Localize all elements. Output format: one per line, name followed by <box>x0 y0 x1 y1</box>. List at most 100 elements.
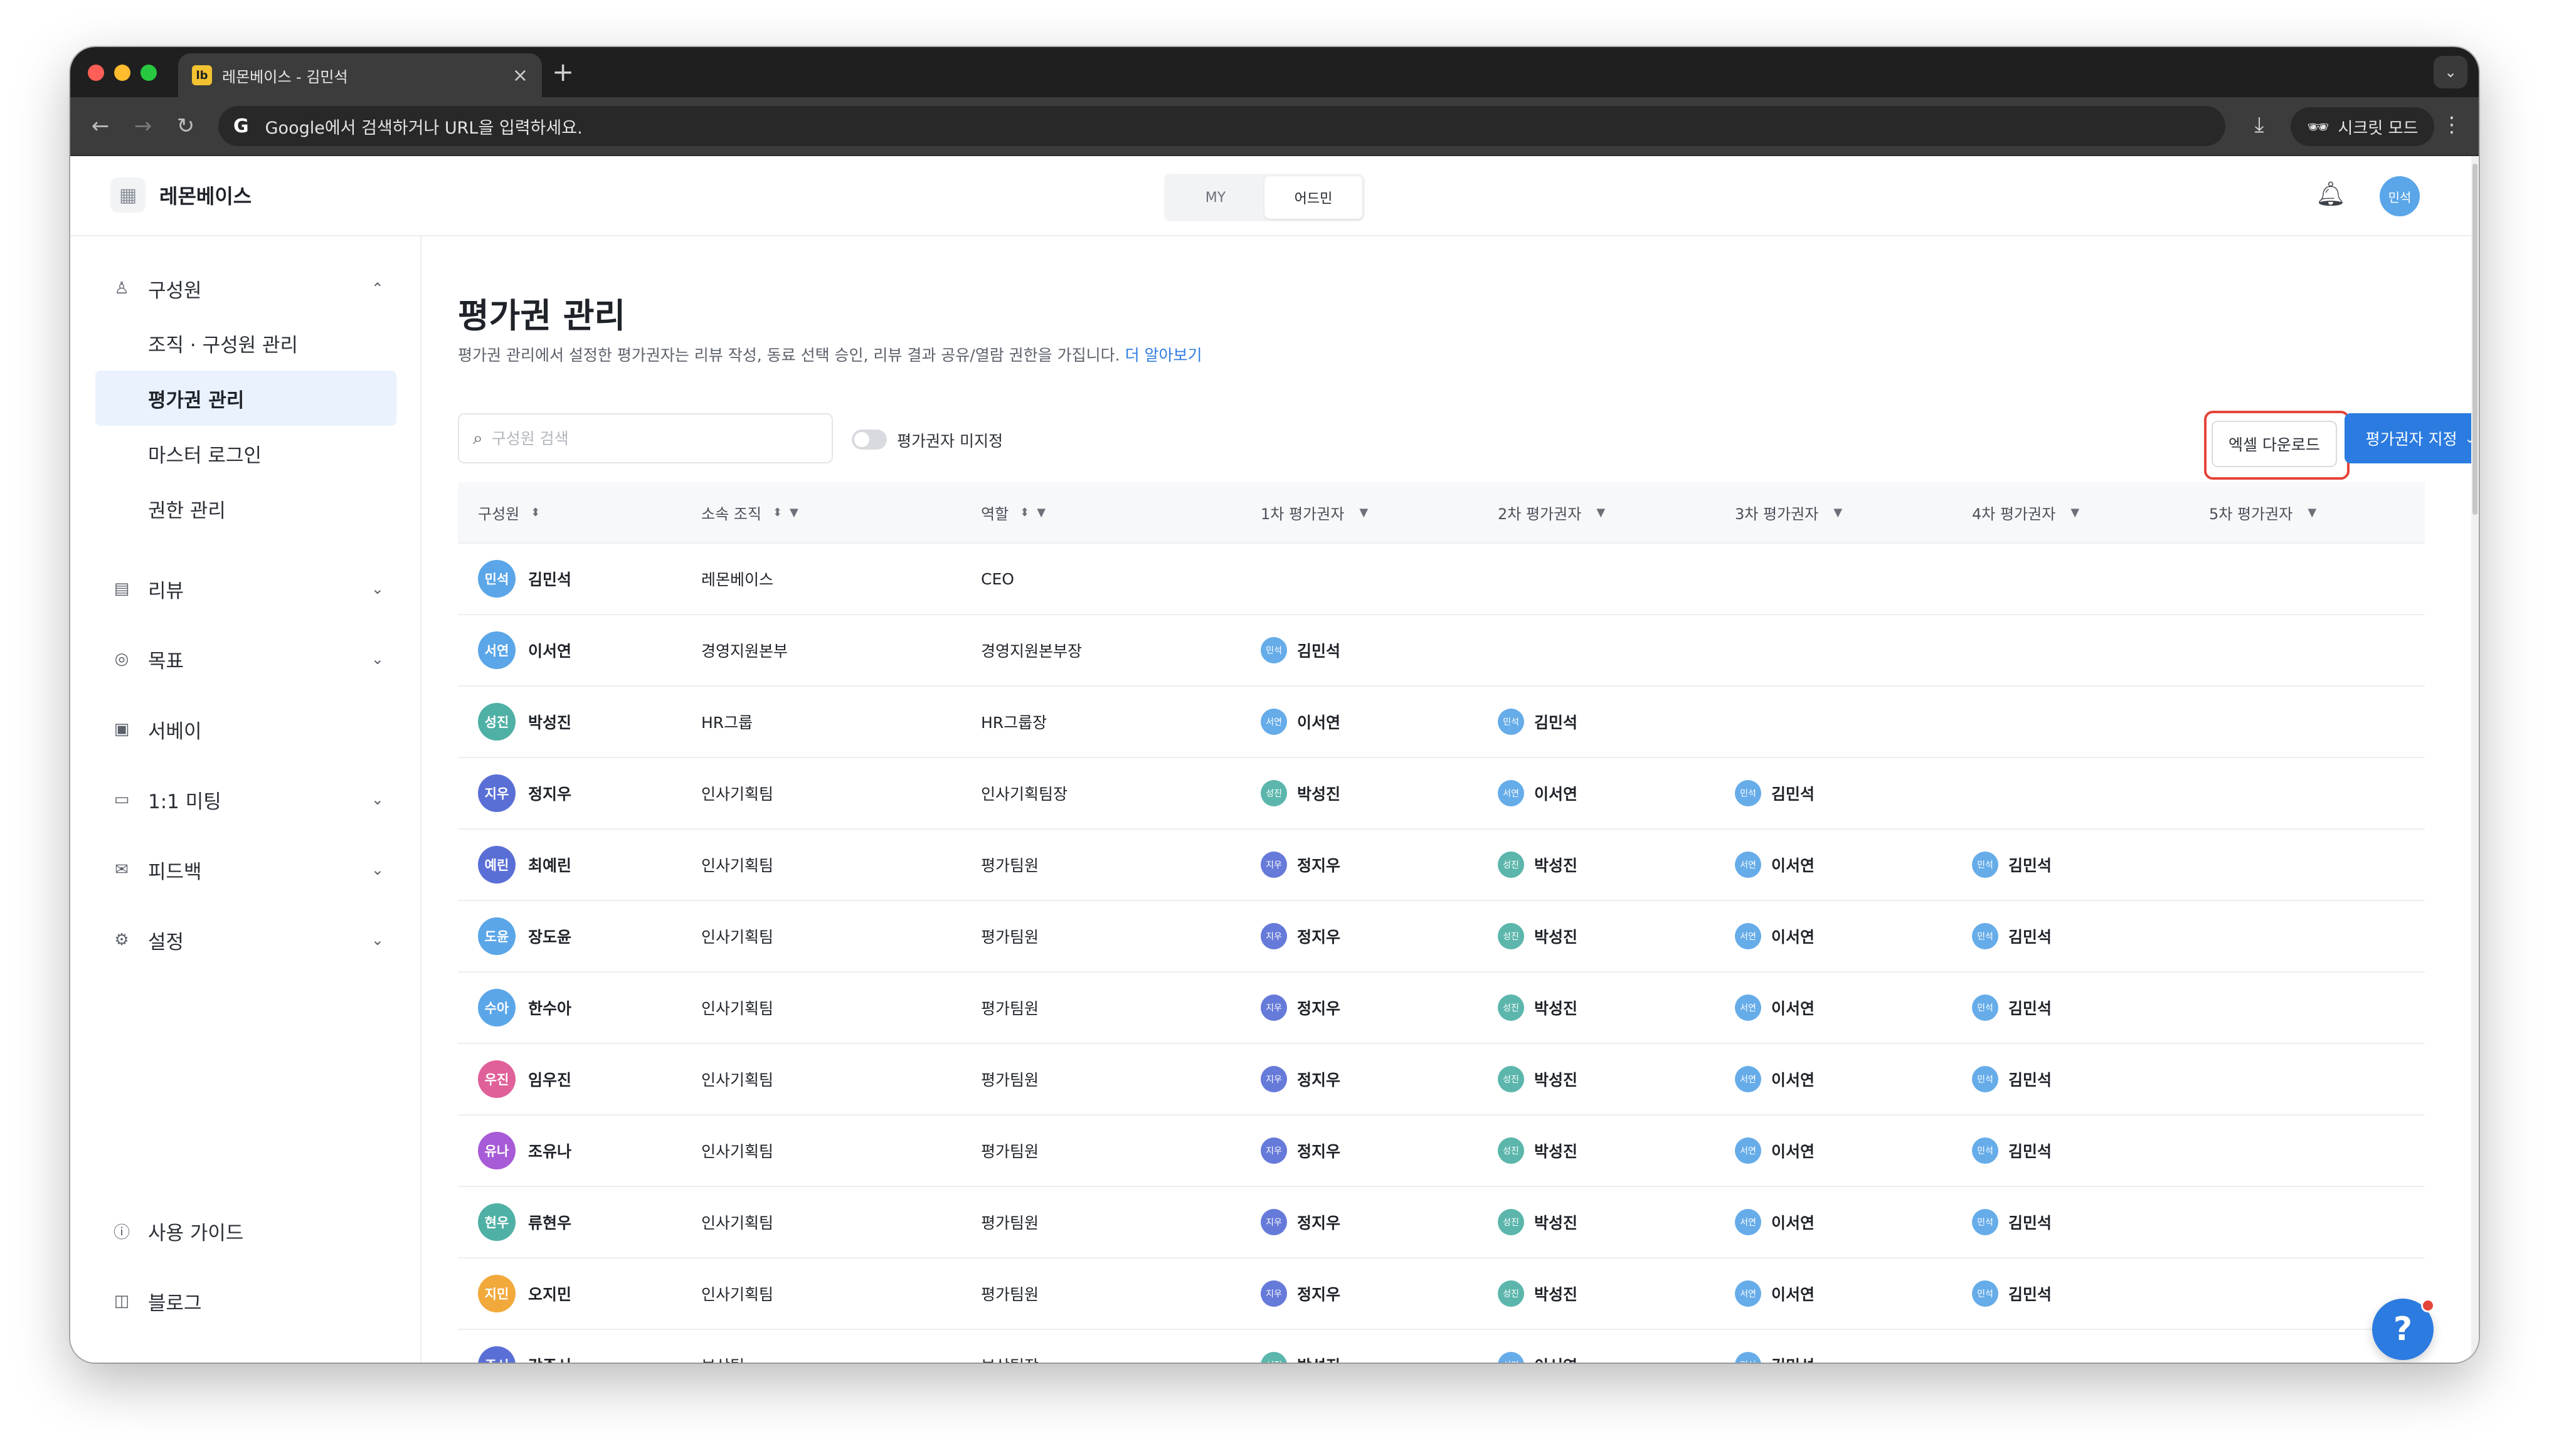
address-bar[interactable]: G Google에서 검색하거나 URL을 입력하세요. <box>218 106 2225 146</box>
filter-icon[interactable]: ▼ <box>1833 506 1842 519</box>
evaluator-1-cell[interactable]: 지우 정지우 <box>1241 1137 1478 1164</box>
evaluator-2-cell[interactable]: 성진 박성진 <box>1478 1280 1715 1307</box>
sidebar-sub-permissions[interactable]: 권한 관리 <box>95 481 396 536</box>
table-row[interactable]: 민석 김민석 레몬베이스 CEO <box>458 544 2425 615</box>
evaluator-2-cell[interactable]: 서연 이서연 <box>1478 780 1715 806</box>
evaluator-1-cell[interactable]: 지우 정지우 <box>1241 923 1478 949</box>
member-cell[interactable]: 예린 최예린 <box>458 846 681 884</box>
unassigned-evaluator-toggle[interactable] <box>852 430 887 450</box>
filter-icon[interactable]: ▼ <box>1037 506 1046 519</box>
column-header-evaluator-5[interactable]: 5차 평가권자 ▼ <box>2189 502 2425 524</box>
evaluator-2-cell[interactable]: 성진 박성진 <box>1478 1209 1715 1235</box>
sidebar-sub-evaluation-rights[interactable]: 평가권 관리 <box>95 371 396 426</box>
sidebar-item-survey[interactable]: ▣ 서베이 <box>95 694 396 764</box>
tab-close-icon[interactable]: × <box>512 65 528 87</box>
search-input[interactable] <box>491 429 818 448</box>
evaluator-1-cell[interactable]: 서연 이서연 <box>1241 709 1478 735</box>
incognito-badge[interactable]: 🕶 시크릿 모드 <box>2291 107 2435 146</box>
table-row[interactable]: 지민 오지민 인사기획팀 평가팀원 지우 정지우 성진 박성진 서연 이서연 민석 김민석 <box>458 1258 2425 1330</box>
table-row[interactable]: 도윤 장도윤 인사기획팀 평가팀원 지우 정지우 성진 박성진 서연 이서연 민석 김민석 <box>458 901 2425 973</box>
column-header-org[interactable]: 소속 조직 ⬍ ▼ <box>681 502 961 524</box>
evaluator-2-cell[interactable]: 성진 박성진 <box>1478 852 1715 878</box>
sort-icon[interactable]: ⬍ <box>1020 506 1029 519</box>
evaluator-3-cell[interactable]: 서연 이서연 <box>1715 1280 1952 1307</box>
table-row[interactable]: 예린 최예린 인사기획팀 평가팀원 지우 정지우 성진 박성진 서연 이서연 민석 김민석 <box>458 830 2425 901</box>
table-row[interactable]: 수아 한수아 인사기획팀 평가팀원 지우 정지우 성진 박성진 서연 이서연 민석 김민석 <box>458 973 2425 1044</box>
evaluator-2-cell[interactable]: 민석 김민석 <box>1478 709 1715 735</box>
member-cell[interactable]: 서연 이서연 <box>458 631 681 669</box>
sidebar-sub-master-login[interactable]: 마스터 로그인 <box>95 426 396 481</box>
sort-icon[interactable]: ⬍ <box>531 506 540 519</box>
minimize-window-button[interactable] <box>114 65 130 81</box>
sidebar-item-goals[interactable]: ◎ 목표 ⌄ <box>95 624 396 694</box>
excel-download-button[interactable]: 엑셀 다운로드 <box>2212 421 2337 467</box>
member-cell[interactable]: 지우 정지우 <box>458 774 681 812</box>
evaluator-4-cell[interactable]: 민석 김민석 <box>1952 1280 2189 1307</box>
evaluator-4-cell[interactable]: 민석 김민석 <box>1952 1209 2189 1235</box>
filter-icon[interactable]: ▼ <box>1359 506 1368 519</box>
learn-more-link[interactable]: 더 알아보기 <box>1125 346 1202 364</box>
evaluator-1-cell[interactable]: 지우 정지우 <box>1241 1066 1478 1092</box>
table-row[interactable]: 우진 임우진 인사기획팀 평가팀원 지우 정지우 성진 박성진 서연 이서연 민석 김민석 <box>458 1044 2425 1116</box>
evaluator-2-cell[interactable]: 성진 박성진 <box>1478 923 1715 949</box>
column-header-evaluator-3[interactable]: 3차 평가권자 ▼ <box>1715 502 1952 524</box>
scrollbar-thumb[interactable] <box>2472 164 2477 515</box>
company-logo[interactable]: ▦ 레몬베이스 <box>110 177 252 213</box>
close-window-button[interactable] <box>88 65 104 81</box>
sidebar-item-settings[interactable]: ⚙ 설정 ⌄ <box>95 905 396 975</box>
evaluator-1-cell[interactable]: 성진 박성진 <box>1241 1352 1478 1363</box>
evaluator-3-cell[interactable]: 민석 김민석 <box>1715 1352 1952 1363</box>
evaluator-1-cell[interactable]: 지우 정지우 <box>1241 1280 1478 1307</box>
evaluator-1-cell[interactable]: 지우 정지우 <box>1241 1209 1478 1235</box>
column-header-evaluator-4[interactable]: 4차 평가권자 ▼ <box>1952 502 2189 524</box>
member-cell[interactable]: 민석 김민석 <box>458 560 681 598</box>
sidebar-item-members[interactable]: ♙ 구성원 ⌃ <box>95 261 396 315</box>
table-row[interactable]: 서연 이서연 경영지원본부 경영지원본부장 민석 김민석 <box>458 615 2425 687</box>
evaluator-1-cell[interactable]: 성진 박성진 <box>1241 780 1478 806</box>
evaluator-3-cell[interactable]: 서연 이서연 <box>1715 923 1952 949</box>
evaluator-4-cell[interactable]: 민석 김민석 <box>1952 994 2189 1021</box>
sidebar-item-user-guide[interactable]: ⓘ 사용 가이드 <box>95 1196 396 1266</box>
evaluator-2-cell[interactable]: 서연 이서연 <box>1478 1352 1715 1363</box>
member-cell[interactable]: 수아 한수아 <box>458 989 681 1026</box>
evaluator-2-cell[interactable]: 성진 박성진 <box>1478 1137 1715 1164</box>
member-cell[interactable]: 현우 류현우 <box>458 1203 681 1241</box>
evaluator-3-cell[interactable]: 서연 이서연 <box>1715 1066 1952 1092</box>
member-search[interactable]: ⌕ <box>458 413 833 463</box>
column-header-member[interactable]: 구성원 ⬍ <box>458 502 681 524</box>
evaluator-3-cell[interactable]: 서연 이서연 <box>1715 1209 1952 1235</box>
evaluator-4-cell[interactable]: 민석 김민석 <box>1952 923 2189 949</box>
sidebar-item-review[interactable]: ▤ 리뷰 ⌄ <box>95 554 396 624</box>
member-cell[interactable]: 우진 임우진 <box>458 1060 681 1098</box>
new-tab-icon[interactable]: + <box>552 58 574 86</box>
sidebar-item-feedback[interactable]: ✉ 피드백 ⌄ <box>95 835 396 905</box>
column-header-evaluator-2[interactable]: 2차 평가권자 ▼ <box>1478 502 1715 524</box>
table-row[interactable]: 지우 정지우 인사기획팀 인사기획팀장 성진 박성진 서연 이서연 민석 김민석 <box>458 758 2425 830</box>
sidebar-item-collapse-menu[interactable]: « 메뉴 접기 <box>95 1336 396 1363</box>
tab-search-chevron-icon[interactable]: ⌄ <box>2434 56 2467 88</box>
evaluator-2-cell[interactable]: 성진 박성진 <box>1478 994 1715 1021</box>
assign-evaluator-button[interactable]: 평가권자 지정 ⌄ <box>2345 413 2479 463</box>
sidebar-item-one-on-one[interactable]: ▭ 1:1 미팅 ⌄ <box>95 764 396 835</box>
evaluator-2-cell[interactable]: 성진 박성진 <box>1478 1066 1715 1092</box>
evaluator-4-cell[interactable]: 민석 김민석 <box>1952 852 2189 878</box>
filter-icon[interactable]: ▼ <box>1596 506 1605 519</box>
evaluator-3-cell[interactable]: 서연 이서연 <box>1715 852 1952 878</box>
sidebar-item-blog[interactable]: ◫ 블로그 <box>95 1266 396 1336</box>
table-row[interactable]: 주서 강주서 보상팀 보상팀장 성진 박성진 서연 이서연 민석 김민석 <box>458 1330 2425 1363</box>
notification-bell-icon[interactable]: 🔔︎ <box>2316 180 2346 208</box>
sort-icon[interactable]: ⬍ <box>773 506 782 519</box>
member-cell[interactable]: 도윤 장도윤 <box>458 917 681 955</box>
forward-arrow-icon[interactable]: → <box>128 110 158 142</box>
mode-admin-tab[interactable]: 어드민 <box>1264 176 1362 219</box>
member-cell[interactable]: 유나 조유나 <box>458 1132 681 1169</box>
download-icon[interactable]: ⤓ <box>2244 112 2274 142</box>
column-header-evaluator-1[interactable]: 1차 평가권자 ▼ <box>1241 502 1478 524</box>
maximize-window-button[interactable] <box>140 65 157 81</box>
back-arrow-icon[interactable]: ← <box>85 110 115 142</box>
filter-icon[interactable]: ▼ <box>2308 506 2316 519</box>
member-cell[interactable]: 주서 강주서 <box>458 1346 681 1363</box>
table-row[interactable]: 성진 박성진 HR그룹 HR그룹장 서연 이서연 민석 김민석 <box>458 687 2425 758</box>
table-row[interactable]: 현우 류현우 인사기획팀 평가팀원 지우 정지우 성진 박성진 서연 이서연 민석 김민석 <box>458 1187 2425 1258</box>
evaluator-3-cell[interactable]: 서연 이서연 <box>1715 1137 1952 1164</box>
